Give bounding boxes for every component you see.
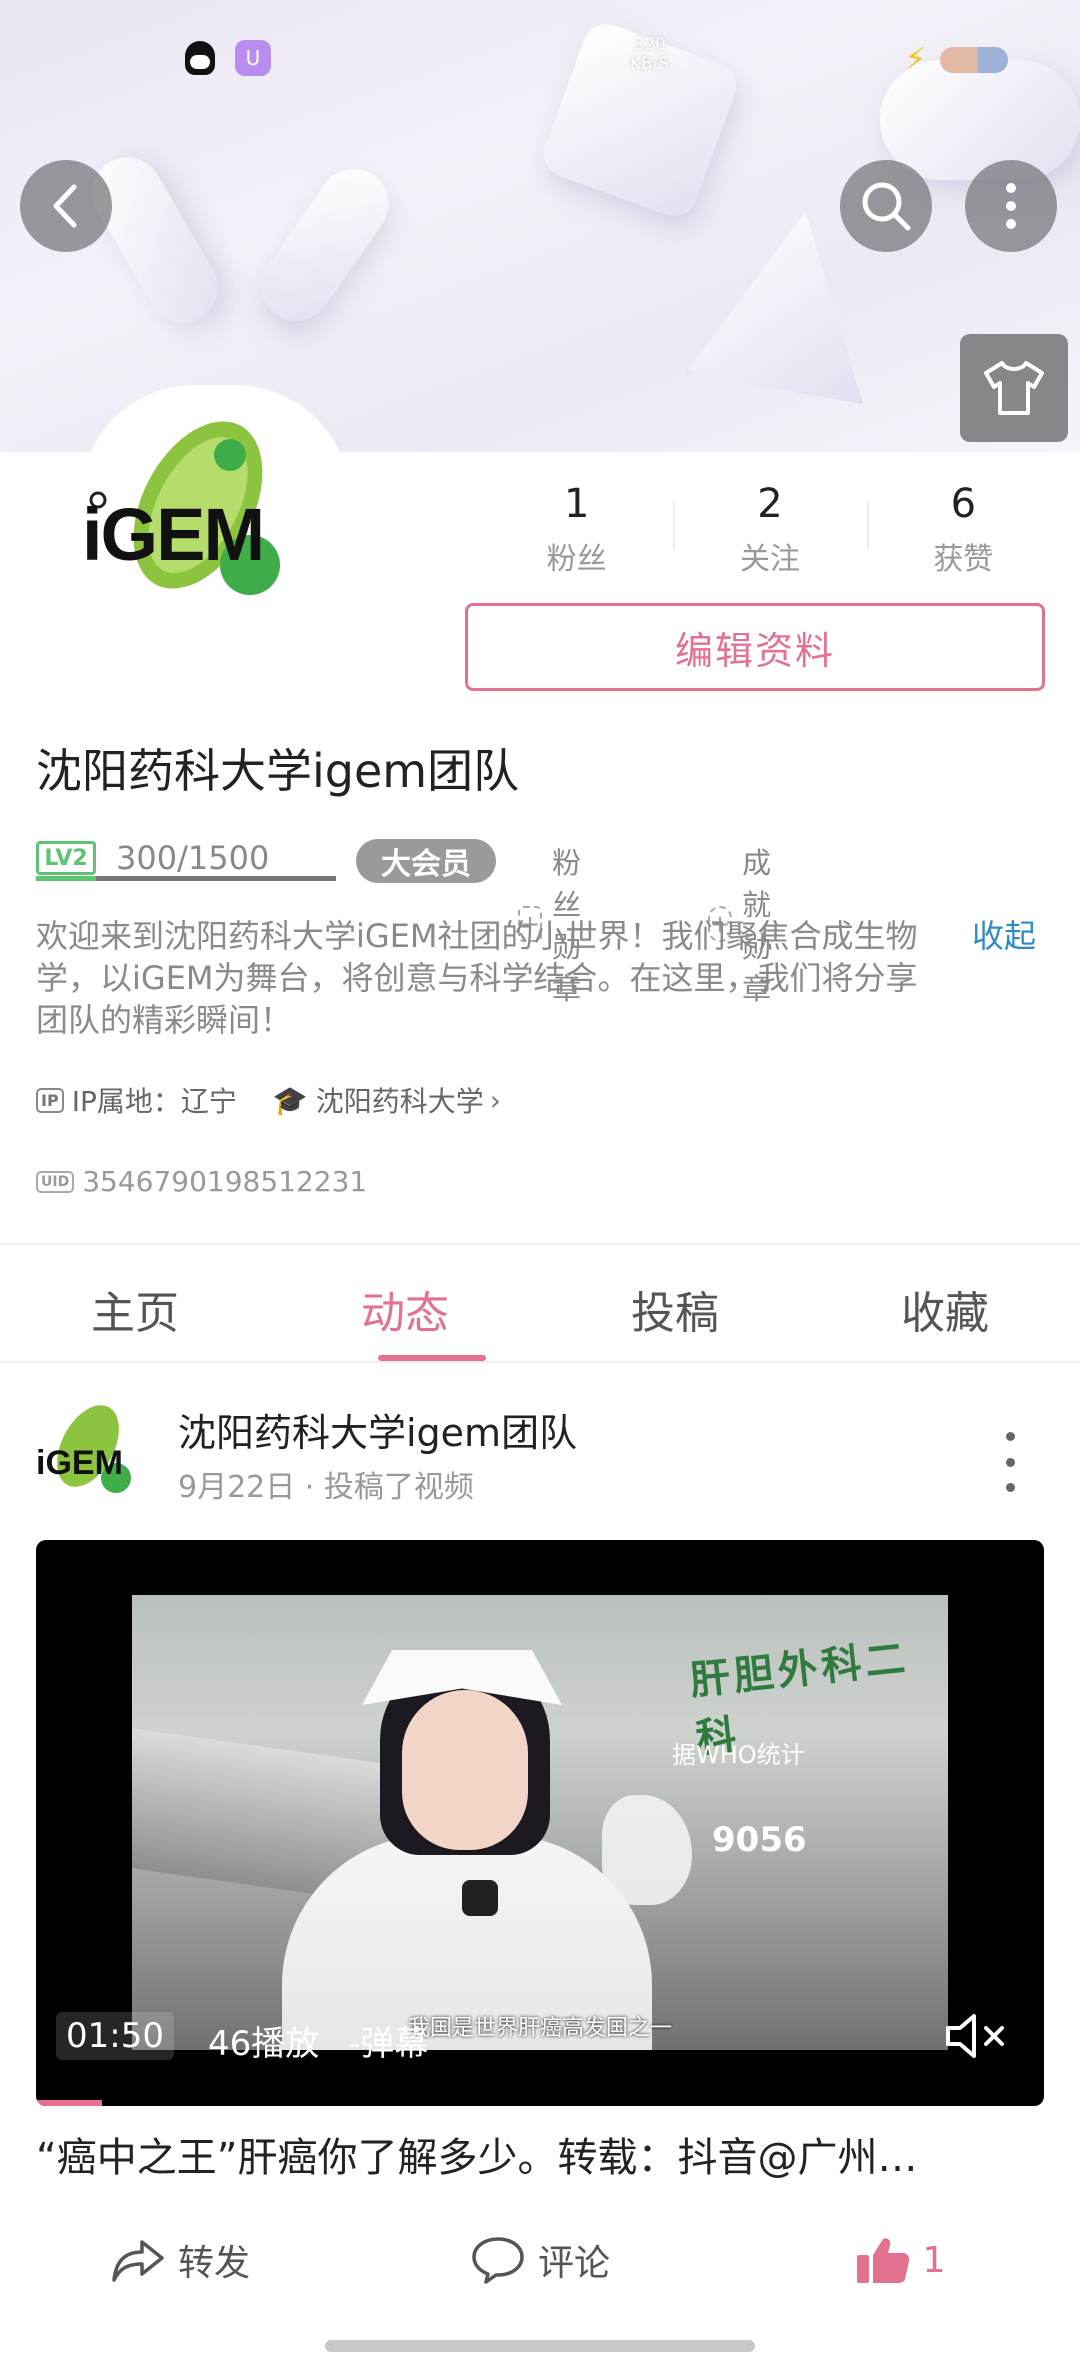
stat-following[interactable]: 2 关注 <box>673 480 866 580</box>
video-thumbnail: 肝胆外科二科 据WHO统计 9056 我国是世界肝癌高发国之一 <box>132 1595 948 2050</box>
dot <box>1005 1457 1015 1467</box>
ip-icon: IP <box>36 1087 64 1113</box>
profile-meta: IP IP属地：辽宁 🎓 沈阳药科大学 › <box>36 1080 501 1120</box>
uid-row: UID 3546790198512231 <box>36 1165 367 1198</box>
like-count: 1 <box>922 2239 946 2281</box>
stat-value: 6 <box>950 481 977 527</box>
stat-value: 1 <box>563 481 590 527</box>
post-more-button[interactable] <box>1000 1432 1020 1492</box>
dot <box>1005 1483 1015 1492</box>
profile-banner: U 320 KB/S ⚡ <box>0 0 1080 452</box>
stat-likes[interactable]: 6 获赞 <box>866 480 1060 580</box>
profile-tabs: 主页 动态 投稿 收藏 <box>0 1245 1080 1363</box>
uid-icon: UID <box>36 1170 75 1193</box>
level-row: LV2 300/1500 大会员 + 粉丝勋章 + 成就勋章 <box>36 828 771 1006</box>
thumbs-up-icon <box>856 2238 909 2283</box>
video-duration: 01:50 <box>56 2012 174 2060</box>
vip-badge[interactable]: 大会员 <box>356 839 496 883</box>
tab-dynamics[interactable]: 动态 <box>270 1245 540 1361</box>
level-progress-bar <box>36 876 336 881</box>
more-options-button[interactable] <box>965 160 1057 252</box>
share-button[interactable]: 转发 <box>0 2220 360 2300</box>
search-button[interactable] <box>840 160 932 252</box>
chevron-right-icon: › <box>489 1083 501 1117</box>
charging-icon: ⚡ <box>905 42 927 77</box>
comment-button[interactable]: 评论 <box>360 2220 720 2300</box>
battery-icon <box>940 46 1009 73</box>
post-author-avatar[interactable]: iGEM <box>36 1396 156 1506</box>
level-badge[interactable]: LV2 <box>36 841 96 875</box>
dress-up-button[interactable] <box>960 334 1068 442</box>
network-speed: 320 KB/S <box>630 35 670 74</box>
back-button[interactable] <box>20 160 112 252</box>
collapse-bio-link[interactable]: 收起 <box>972 915 1036 957</box>
stat-label: 获赞 <box>933 542 994 577</box>
mute-icon[interactable] <box>942 2006 1012 2066</box>
chevron-left-icon <box>53 184 77 228</box>
video-progress-bar[interactable] <box>36 2100 1044 2106</box>
banner-decoration <box>247 155 403 335</box>
profile-bio: 欢迎来到沈阳药科大学iGEM社团的小世界！我们聚焦合成生物学，以iGEM为舞台，… <box>36 917 918 1039</box>
stat-value: 2 <box>757 481 783 527</box>
video-views: 46播放 <box>208 2024 320 2064</box>
stat-label: 关注 <box>739 542 800 577</box>
app-notification-icon: U <box>235 40 271 76</box>
stat-followers[interactable]: 1 粉丝 <box>480 480 673 580</box>
tab-home[interactable]: 主页 <box>0 1245 270 1361</box>
logo-text: iGEM <box>82 493 263 576</box>
video-frame-text: 据WHO统计 <box>672 1741 805 1769</box>
dot <box>1005 1432 1015 1441</box>
post-meta: 9月22日 · 投稿了视频 <box>178 1470 474 1505</box>
uid-value[interactable]: 3546790198512231 <box>82 1165 367 1198</box>
more-vertical-icon <box>1006 183 1016 229</box>
video-player[interactable]: 肝胆外科二科 据WHO统计 9056 我国是世界肝癌高发国之一 01:50 46… <box>36 1540 1044 2106</box>
comment-label: 评论 <box>537 2243 610 2284</box>
page-title: 沈阳药科大学igem团队 <box>36 744 520 798</box>
video-frame-text: 9056 <box>712 1820 807 1860</box>
share-icon <box>112 2240 164 2282</box>
graduation-cap-icon: 🎓 <box>272 1083 308 1117</box>
igem-logo: iGEM <box>82 421 280 595</box>
tshirt-icon <box>984 361 1044 415</box>
like-button[interactable]: 1 <box>720 2220 1080 2300</box>
search-icon <box>862 182 911 231</box>
status-bar: U 320 KB/S ⚡ <box>0 34 1080 84</box>
tab-uploads[interactable]: 投稿 <box>540 1245 810 1361</box>
post-title[interactable]: “癌中之王”肝癌你了解多少。转载：抖音@广州… <box>36 2125 1044 2183</box>
svg-text:iGEM: iGEM <box>36 1444 123 1482</box>
edit-profile-button[interactable]: 编辑资料 <box>465 603 1045 691</box>
banner-decoration <box>79 144 231 336</box>
comment-icon <box>472 2237 524 2284</box>
share-label: 转发 <box>177 2243 250 2284</box>
stat-label: 粉丝 <box>546 542 607 577</box>
video-danmaku-count: -弹幕 <box>348 2024 429 2064</box>
level-progress-text: 300/1500 <box>116 839 270 877</box>
ip-location: IP属地：辽宁 <box>71 1085 237 1118</box>
post-author-name[interactable]: 沈阳药科大学igem团队 <box>178 1402 577 1457</box>
qq-icon <box>185 41 215 75</box>
home-indicator[interactable] <box>325 2340 755 2352</box>
post-actions: 转发 评论 1 <box>0 2220 1080 2300</box>
tab-favorites[interactable]: 收藏 <box>810 1245 1080 1361</box>
profile-stats: 1 粉丝 2 关注 6 获赞 <box>480 480 1060 580</box>
school-link[interactable]: 沈阳药科大学 <box>316 1080 484 1120</box>
